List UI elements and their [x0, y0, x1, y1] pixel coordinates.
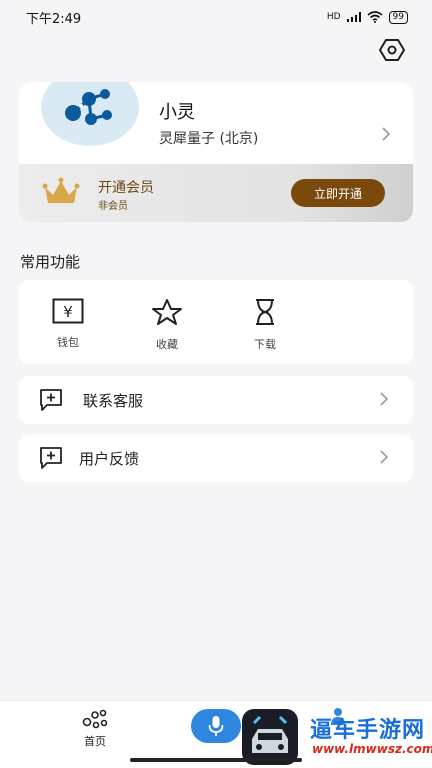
common-functions-card: ¥ 钱包 收藏 下载: [19, 280, 413, 364]
avatar[interactable]: [41, 82, 139, 146]
watermark-text: 逼车手游网: [310, 718, 426, 743]
settings-button[interactable]: [378, 38, 406, 62]
settings-hexagon-icon: [379, 39, 405, 61]
svg-text:¥: ¥: [63, 303, 73, 321]
tab-home[interactable]: 首页: [70, 709, 120, 749]
microphone-icon: [208, 716, 224, 736]
network-label: HD: [326, 12, 341, 22]
watermark-logo: [242, 709, 298, 765]
status-bar: 下午2:49 HD 99: [0, 0, 432, 34]
battery-icon: 99: [388, 10, 408, 24]
contact-support-label: 联系客服: [83, 392, 144, 410]
home-logo-icon: [82, 709, 108, 729]
wallet-label: 钱包: [57, 336, 79, 349]
chevron-right-icon: [380, 450, 389, 464]
downloads-item[interactable]: 下载: [235, 298, 295, 352]
feedback-item[interactable]: 用户反馈: [19, 434, 413, 482]
chevron-right-icon[interactable]: [381, 126, 391, 142]
wallet-item[interactable]: ¥ 钱包: [38, 298, 98, 350]
wifi-icon: [367, 11, 383, 23]
vip-title: 开通会员: [98, 180, 154, 196]
vip-status: 非会员: [98, 201, 128, 212]
brand-logo-icon: [65, 89, 112, 125]
contact-support-item[interactable]: 联系客服: [19, 376, 413, 424]
wallet-icon: ¥: [52, 298, 84, 324]
activate-vip-button[interactable]: 立即开通: [291, 179, 385, 207]
user-organization: 灵犀量子 (北京): [159, 131, 259, 147]
watermark-url: www.lmwwsz.com: [312, 742, 432, 756]
crown-icon: [42, 177, 80, 203]
chevron-right-icon: [380, 392, 389, 406]
section-title-common-functions: 常用功能: [20, 253, 81, 271]
chat-plus-icon: [40, 447, 62, 469]
tab-home-label: 首页: [84, 735, 106, 748]
vip-banner[interactable]: 开通会员 非会员 立即开通: [19, 164, 413, 222]
chat-plus-icon: [40, 389, 62, 411]
status-time: 下午2:49: [26, 11, 82, 27]
voice-input-button[interactable]: [191, 709, 241, 743]
profile-card[interactable]: 小灵 灵犀量子 (北京) 开通会员 非会员 立即开通: [19, 82, 413, 222]
hourglass-icon: [256, 299, 274, 325]
star-icon: [152, 299, 182, 325]
feedback-label: 用户反馈: [79, 450, 140, 468]
home-indicator[interactable]: [130, 758, 302, 762]
favorites-label: 收藏: [156, 338, 178, 351]
user-name: 小灵: [159, 102, 195, 123]
downloads-label: 下载: [254, 338, 276, 351]
car-logo-icon: [252, 715, 288, 753]
favorites-item[interactable]: 收藏: [137, 298, 197, 352]
status-icons: HD 99: [326, 10, 408, 24]
signal-icon: [346, 12, 361, 22]
